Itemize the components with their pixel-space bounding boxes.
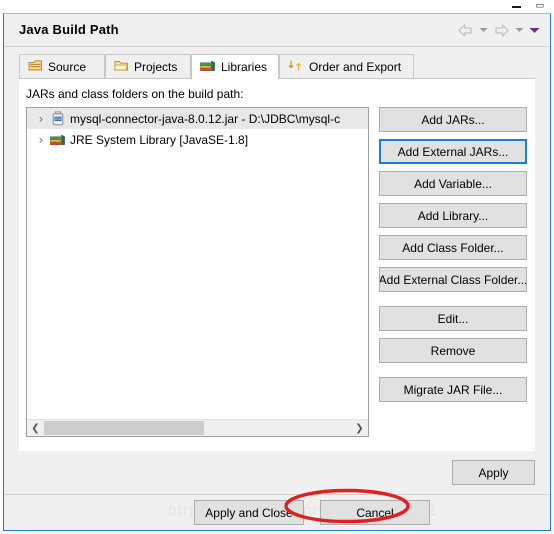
remove-button[interactable]: Remove: [379, 338, 527, 363]
scroll-left-arrow-icon[interactable]: ❮: [27, 420, 44, 436]
tree-item-jar-label: mysql-connector-java-8.0.12.jar - D:\JDB…: [70, 111, 341, 126]
migrate-jar-file-button[interactable]: Migrate JAR File...: [379, 377, 527, 402]
list-caption: JARs and class folders on the build path…: [26, 87, 244, 101]
apply-bar: Apply: [4, 451, 550, 495]
window-controls: ▭: [440, 0, 550, 13]
tab-libraries[interactable]: Libraries: [191, 54, 279, 80]
tree-item-jar[interactable]: › 010 mysql-connector-java-8.0.12.jar - …: [27, 108, 368, 129]
scrollbar-track[interactable]: [44, 420, 351, 436]
tab-projects[interactable]: Projects: [105, 54, 191, 79]
page-title: Java Build Path: [19, 22, 119, 37]
add-external-class-folder-button[interactable]: Add External Class Folder...: [379, 267, 527, 292]
svg-text:010: 010: [55, 117, 61, 121]
add-external-jars-button[interactable]: Add External JARs...: [379, 139, 527, 164]
add-variable-button[interactable]: Add Variable...: [379, 171, 527, 196]
libraries-content-panel: JARs and class folders on the build path…: [19, 79, 535, 451]
tab-libraries-label: Libraries: [221, 60, 268, 74]
tab-order-and-export[interactable]: Order and Export: [279, 54, 414, 79]
back-dropdown-chevron-icon[interactable]: [478, 23, 489, 37]
java-build-path-dialog: Java Build Path Source Projects Librarie…: [3, 13, 551, 531]
window-chrome-strip: ▭: [0, 0, 554, 13]
minimize-button[interactable]: [512, 5, 522, 8]
projects-folder-icon: [114, 59, 129, 75]
cancel-button[interactable]: Cancel: [320, 500, 430, 525]
scrollbar-thumb[interactable]: [44, 421, 204, 435]
apply-button[interactable]: Apply: [452, 460, 535, 485]
build-path-tree[interactable]: › 010 mysql-connector-java-8.0.12.jar - …: [26, 107, 369, 437]
maximize-button[interactable]: ▭: [535, 2, 544, 11]
dialog-title-bar: Java Build Path: [4, 14, 550, 47]
source-folder-icon: [28, 59, 43, 75]
add-library-button[interactable]: Add Library...: [379, 203, 527, 228]
tree-item-jre[interactable]: › JRE System Library [JavaSE-1.8]: [27, 129, 368, 150]
forward-arrow-icon[interactable]: [493, 23, 510, 38]
scroll-right-arrow-icon[interactable]: ❯: [351, 420, 368, 436]
library-action-buttons: Add JARs... Add External JARs... Add Var…: [379, 107, 527, 409]
view-menu-chevron-icon[interactable]: [529, 23, 540, 37]
dialog-inner: Java Build Path Source Projects Librarie…: [4, 14, 550, 530]
libraries-books-icon: [200, 59, 216, 75]
tab-strip: Source Projects Libraries Order and Expo…: [19, 54, 535, 80]
title-navigation: [457, 21, 540, 39]
edit-button[interactable]: Edit...: [379, 306, 527, 331]
tab-source-label: Source: [48, 60, 87, 74]
dialog-footer: Apply and Close Cancel: [4, 496, 550, 530]
order-export-arrows-icon: [288, 59, 304, 75]
libraries-books-icon: [49, 133, 67, 146]
expand-chevron-icon[interactable]: ›: [33, 112, 49, 126]
tree-horizontal-scrollbar[interactable]: ❮ ❯: [27, 419, 368, 436]
apply-and-close-button[interactable]: Apply and Close: [194, 500, 304, 525]
tree-rows: › 010 mysql-connector-java-8.0.12.jar - …: [27, 108, 368, 150]
tree-item-jre-label: JRE System Library [JavaSE-1.8]: [70, 132, 249, 147]
jar-file-icon: 010: [49, 111, 67, 126]
tab-source[interactable]: Source: [19, 54, 105, 79]
tab-projects-label: Projects: [134, 60, 178, 74]
forward-dropdown-chevron-icon[interactable]: [514, 23, 525, 37]
add-class-folder-button[interactable]: Add Class Folder...: [379, 235, 527, 260]
add-jars-button[interactable]: Add JARs...: [379, 107, 527, 132]
tab-order-and-export-label: Order and Export: [309, 60, 402, 74]
expand-chevron-icon[interactable]: ›: [33, 133, 49, 147]
back-arrow-icon[interactable]: [457, 23, 474, 38]
